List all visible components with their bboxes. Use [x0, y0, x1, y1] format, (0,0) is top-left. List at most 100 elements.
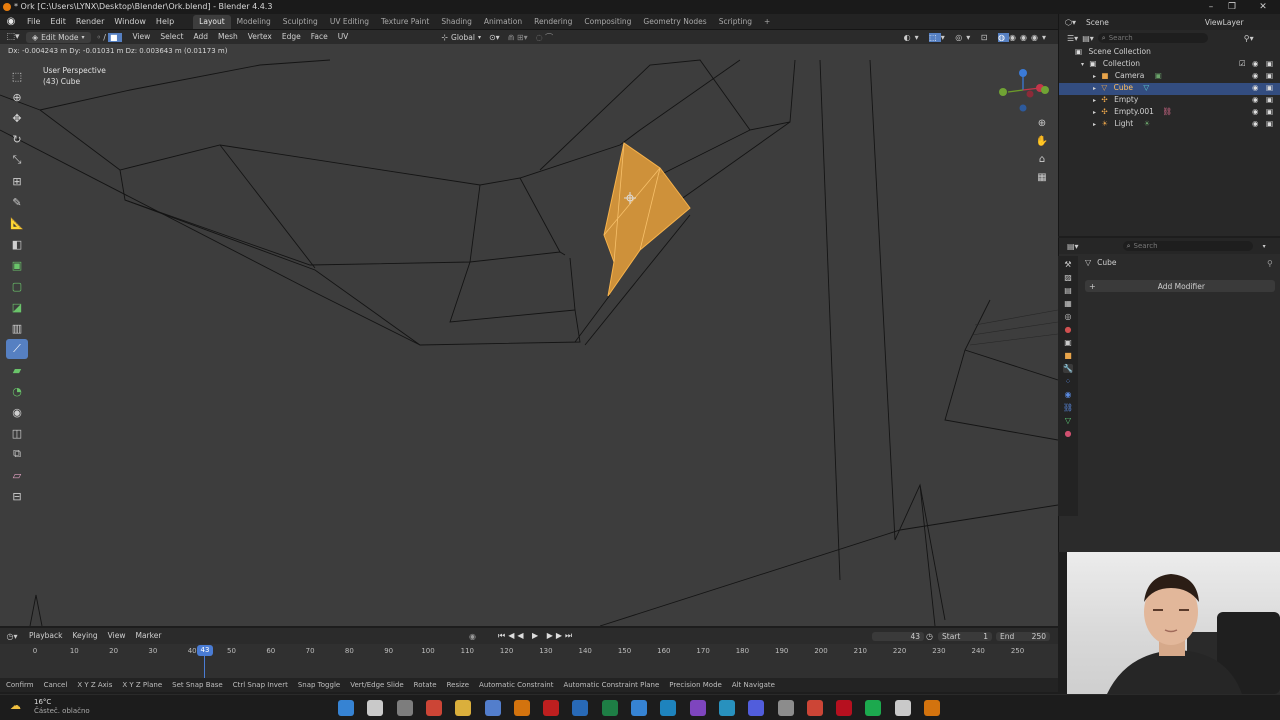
perspective-toggle-icon[interactable]: ▦	[1034, 172, 1050, 190]
annotate-icon[interactable]: ✎	[6, 192, 28, 212]
add-modifier-button[interactable]: + Add Modifier	[1085, 280, 1275, 292]
pivot-icon[interactable]: ⊙▾	[489, 33, 500, 42]
visibility-eye-icon[interactable]: ◉	[1252, 95, 1259, 104]
tree-root[interactable]: ▣ Scene Collection	[1059, 47, 1280, 59]
menu-edit[interactable]: Edit	[45, 14, 71, 30]
filter-icon[interactable]: ▤▾	[1082, 34, 1094, 43]
spotify-icon[interactable]	[865, 700, 882, 716]
knife-icon[interactable]: ⟋	[6, 339, 28, 359]
tab-animation[interactable]: Animation	[478, 15, 528, 29]
render-camera-icon[interactable]: ▣	[1266, 107, 1273, 116]
visibility-eye-icon[interactable]: ◉	[1252, 59, 1259, 68]
add-workspace-icon[interactable]: +	[758, 15, 776, 29]
loop-cut-icon[interactable]: ▥	[6, 318, 28, 338]
3d-viewport[interactable]: User Perspective (43) Cube ⊕ ✋ ⌂ ▦	[0, 44, 1058, 626]
close-icon[interactable]: ✕	[1256, 1, 1270, 13]
weather-icon[interactable]: ☁	[10, 699, 21, 712]
tab-rendering[interactable]: Rendering	[528, 15, 578, 29]
start-frame-field[interactable]: Start 1	[938, 631, 992, 641]
shear-icon[interactable]: ▱	[6, 465, 28, 485]
visibility-eye-icon[interactable]: ◉	[1252, 119, 1259, 128]
vp-menu-mesh[interactable]: Mesh	[213, 30, 243, 44]
discord-icon[interactable]	[748, 700, 765, 716]
search-icon[interactable]	[367, 700, 384, 716]
add-cube-icon[interactable]: ◧	[6, 234, 28, 254]
visibility-eye-icon[interactable]: ◉	[1252, 71, 1259, 80]
poly-build-icon[interactable]: ▰	[6, 360, 28, 380]
chrome-icon[interactable]	[425, 700, 442, 716]
navigation-gizmo[interactable]	[999, 69, 1049, 112]
vp-menu-uv[interactable]: UV	[333, 30, 354, 44]
physics-tab-icon[interactable]: ◉	[1065, 390, 1072, 399]
filter-funnel-icon[interactable]: ⚲▾	[1244, 34, 1254, 43]
mode-dropdown[interactable]: ◈ Edit Mode ▾	[26, 31, 91, 43]
editor-type-icon[interactable]: ⬚▾	[0, 32, 26, 42]
pan-hand-icon[interactable]: ✋	[1034, 136, 1050, 154]
outliner-item-light[interactable]: ▸ ☀ Light ☀ ◉ ▣	[1059, 119, 1280, 131]
edge-slide-icon[interactable]: ◫	[6, 423, 28, 443]
vp-menu-select[interactable]: Select	[155, 30, 188, 44]
playhead[interactable]: 43	[197, 645, 213, 656]
timeline-menu-playback[interactable]: Playback	[24, 628, 67, 644]
excel-icon[interactable]	[601, 700, 618, 716]
scene-tab-icon[interactable]: ◎	[1065, 312, 1072, 321]
outliner-item-cube[interactable]: ▸ ▽ Cube ▽ ◉ ▣	[1059, 83, 1280, 95]
outlook-icon[interactable]	[572, 700, 589, 716]
editor-type-icon[interactable]: ▤▾	[1067, 242, 1079, 251]
material-tab-icon[interactable]: ●	[1065, 429, 1072, 438]
vp-menu-face[interactable]: Face	[306, 30, 333, 44]
vp-menu-vertex[interactable]: Vertex	[243, 30, 277, 44]
chevron-down-icon[interactable]: ▾	[1263, 243, 1266, 250]
tab-texture-paint[interactable]: Texture Paint	[375, 15, 435, 29]
object-tab-icon[interactable]: ■	[1064, 351, 1072, 360]
render-camera-icon[interactable]: ▣	[1266, 71, 1273, 80]
tab-scripting[interactable]: Scripting	[713, 15, 758, 29]
render-camera-icon[interactable]: ▣	[1266, 83, 1273, 92]
settings-icon[interactable]	[777, 700, 794, 716]
display-mode-icon[interactable]: ☰▾	[1067, 34, 1078, 43]
measure-icon[interactable]: 📐	[6, 213, 28, 233]
outliner-item-empty[interactable]: ▸ ✣ Empty ◉ ▣	[1059, 95, 1280, 107]
properties-search-field[interactable]: ⌕ Search	[1122, 241, 1253, 251]
rip-icon[interactable]: ⊟	[6, 486, 28, 506]
visibility-eye-icon[interactable]: ◉	[1252, 83, 1259, 92]
tree-collection[interactable]: ▾ ▣ Collection ☑ ◉ ▣	[1059, 59, 1280, 71]
view-layer-tab-icon[interactable]: ▦	[1064, 299, 1072, 308]
tab-modeling[interactable]: Modeling	[231, 15, 277, 29]
data-tab-icon[interactable]: ▽	[1065, 416, 1071, 425]
cursor-icon[interactable]: ⊕	[6, 87, 28, 107]
outliner-search-field[interactable]: ⌕ Search	[1097, 33, 1208, 43]
particles-tab-icon[interactable]: ⁘	[1065, 377, 1072, 386]
move-icon[interactable]: ✥	[6, 108, 28, 128]
acrobat-icon[interactable]	[543, 700, 560, 716]
render-tab-icon[interactable]: ▨	[1064, 273, 1072, 282]
end-frame-field[interactable]: End 250	[996, 631, 1050, 641]
editor-type-icon[interactable]: ◷▾	[0, 632, 24, 641]
chrome-alt-icon[interactable]	[806, 700, 823, 716]
vp-menu-edge[interactable]: Edge	[277, 30, 306, 44]
current-frame-field[interactable]: 43	[872, 631, 924, 641]
scale-icon[interactable]: ⤡	[6, 150, 28, 170]
blender-menu-icon[interactable]: ◉	[0, 16, 22, 27]
tab-geometry-nodes[interactable]: Geometry Nodes	[637, 15, 712, 29]
spin-icon[interactable]: ◔	[6, 381, 28, 401]
vlc-icon[interactable]	[513, 700, 530, 716]
tab-uv-editing[interactable]: UV Editing	[324, 15, 375, 29]
outliner-item-camera[interactable]: ▸ ■ Camera ▣ ◉ ▣	[1059, 71, 1280, 83]
tool-icon[interactable]	[894, 700, 911, 716]
record-icon[interactable]: ◉	[469, 632, 476, 641]
select-box-icon[interactable]: ⬚	[6, 66, 28, 86]
scene-label[interactable]: Scene	[1086, 18, 1109, 27]
photos-icon[interactable]	[631, 700, 647, 716]
tab-compositing[interactable]: Compositing	[578, 15, 637, 29]
render-camera-icon[interactable]: ▣	[1266, 59, 1273, 68]
overlay-icons[interactable]: ◐▾ ⬚▾ ◎▾ ⊡ ◍◉◉◉▾	[904, 32, 1050, 42]
modifier-tab-icon[interactable]: 🔧	[1063, 364, 1073, 373]
collection-tab-icon[interactable]: ▣	[1064, 338, 1072, 347]
constraints-tab-icon[interactable]: ⛓	[1063, 403, 1073, 412]
opera-icon[interactable]	[836, 700, 853, 716]
minimize-icon[interactable]: –	[1204, 1, 1218, 13]
output-tab-icon[interactable]: ▤	[1064, 286, 1072, 295]
store-icon[interactable]	[484, 700, 501, 716]
rotate-icon[interactable]: ↻	[6, 129, 28, 149]
